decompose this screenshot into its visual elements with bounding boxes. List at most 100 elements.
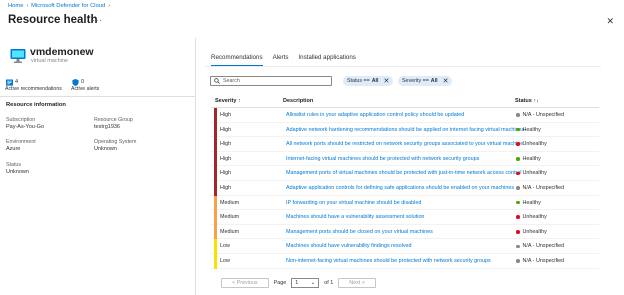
severity-cell: High	[220, 170, 232, 177]
page-select-value: 1	[295, 280, 299, 286]
table-row[interactable]: Medium Machines should have a vulnerabili…	[211, 210, 599, 225]
tab-installed-applications[interactable]: Installed applications	[298, 54, 355, 66]
status-dot-icon	[516, 157, 520, 161]
breadcrumb-defender[interactable]: Microsoft Defender for Cloud	[31, 3, 105, 9]
status-cell: Healthy	[516, 200, 541, 206]
severity-indicator	[214, 180, 217, 196]
description-link[interactable]: Machines should have vulnerability findi…	[286, 243, 412, 249]
description-link[interactable]: Adaptive application controls for defini…	[286, 185, 514, 191]
recommendations-table: Severity ↑ Description Status ↑↓ High All…	[211, 96, 599, 269]
status-text: Healthy	[522, 155, 541, 162]
description-link[interactable]: Allowlist rules in your adaptive applica…	[286, 112, 464, 118]
resource-name: vmdemonew	[30, 46, 94, 58]
status-label: Status	[6, 162, 22, 168]
status-text: N/A - Unspecified	[522, 184, 565, 191]
severity-indicator	[214, 151, 217, 167]
description-column-header: Description	[283, 98, 314, 104]
description-link[interactable]: Machines should have a vulnerability ass…	[286, 214, 424, 220]
status-text: Unhealthy	[522, 170, 547, 177]
severity-cell: High	[220, 126, 232, 133]
status-cell: Healthy	[516, 156, 541, 162]
page-title: Resource health	[8, 14, 98, 26]
tab-recommendations[interactable]: Recommendations	[211, 54, 263, 66]
chevron-right-icon: ›	[108, 3, 110, 9]
severity-indicator	[214, 195, 217, 211]
search-placeholder: Search	[223, 78, 240, 84]
description-link[interactable]: Management ports of virtual machines sho…	[286, 170, 522, 176]
resource-group-label: Resource Group	[94, 117, 133, 123]
status-dot-icon	[516, 259, 520, 263]
next-page-button[interactable]: Next >	[338, 278, 376, 288]
status-filter-pill[interactable]: Status == All ✕	[343, 76, 394, 86]
page-label: Page	[273, 280, 287, 286]
status-text: Unhealthy	[522, 141, 547, 148]
table-row[interactable]: Low Non-internet-facing virtual machines …	[211, 253, 599, 269]
status-cell: Healthy	[516, 127, 541, 133]
severity-indicator	[214, 253, 217, 269]
status-dot-icon	[516, 186, 520, 190]
description-link[interactable]: Internet-facing virtual machines should …	[286, 156, 479, 162]
table-row[interactable]: Medium IP forwarding on your virtual mach…	[211, 195, 599, 211]
close-button[interactable]: ✕	[606, 16, 614, 27]
severity-cell: Low	[220, 243, 230, 250]
status-text: N/A - Unspecified	[522, 112, 565, 118]
resource-group-link[interactable]: testrg1936	[94, 124, 120, 130]
search-input[interactable]: Search	[210, 76, 332, 86]
severity-column-header[interactable]: Severity ↑	[215, 98, 241, 104]
table-row[interactable]: High Adaptive application controls for de…	[211, 180, 599, 196]
table-row[interactable]: High All network ports should be restrict…	[211, 137, 599, 152]
tab-divider	[205, 66, 601, 67]
severity-filter-prefix: Severity ==	[402, 78, 429, 84]
active-recommendations-label: Active recommendations	[5, 86, 62, 92]
resource-summary-pane: vmdemonew virtual machine 4 Active recom…	[0, 38, 196, 295]
status-filter-value: All	[371, 78, 379, 84]
table-row[interactable]: Low Machines should have vulnerability fi…	[211, 239, 599, 254]
environment-label: Environment	[6, 139, 36, 145]
table-row[interactable]: High Allowlist rules in your adaptive app…	[211, 108, 599, 123]
status-text: Healthy	[522, 199, 541, 206]
more-options-button[interactable]: ···	[92, 15, 103, 25]
description-link[interactable]: Adaptive network hardening recommendatio…	[286, 127, 524, 133]
description-link[interactable]: IP forwarding on your virtual machine sh…	[286, 200, 421, 206]
breadcrumb-home[interactable]: Home	[8, 3, 23, 9]
close-icon[interactable]: ✕	[443, 77, 449, 85]
active-alerts-count: 0	[81, 79, 85, 85]
severity-cell: Medium	[220, 199, 240, 206]
status-text: Healthy	[522, 126, 541, 133]
severity-filter-pill[interactable]: Severity == All ✕	[398, 76, 453, 86]
table-row[interactable]: High Adaptive network hardening recommend…	[211, 122, 599, 138]
severity-cell: High	[220, 155, 232, 162]
table-row[interactable]: High Internet-facing virtual machines sho…	[211, 151, 599, 167]
severity-cell: High	[220, 112, 232, 118]
status-cell: N/A - Unspecified	[516, 258, 564, 264]
operating-system-value: Unknown	[94, 146, 117, 152]
previous-page-button[interactable]: < Previous	[221, 278, 269, 288]
table-row[interactable]: Medium Management ports should be closed …	[211, 224, 599, 240]
page-of-label: of 1	[324, 280, 334, 286]
description-link[interactable]: Non-internet-facing virtual machines sho…	[286, 258, 491, 264]
close-icon[interactable]: ✕	[383, 77, 389, 85]
status-dot-icon	[516, 244, 520, 249]
chevron-down-icon: ⌄	[310, 280, 316, 286]
description-link[interactable]: Management ports should be closed on you…	[286, 229, 433, 235]
severity-cell: Medium	[220, 214, 240, 221]
description-link[interactable]: All network ports should be restricted o…	[286, 141, 523, 147]
table-header: Severity ↑ Description Status ↑↓	[211, 96, 599, 108]
status-text: Unhealthy	[522, 228, 547, 235]
shield-icon	[72, 79, 79, 86]
subscription-link[interactable]: Pay-As-You-Go	[6, 124, 44, 130]
status-column-header[interactable]: Status ↑↓	[515, 98, 539, 104]
active-recommendations-count: 4	[15, 79, 19, 85]
table-body: High Allowlist rules in your adaptive app…	[211, 108, 599, 269]
status-cell: Unhealthy	[516, 229, 547, 235]
status-dot-icon	[516, 171, 520, 176]
severity-filter-value: All	[430, 78, 438, 84]
page-select[interactable]: 1 ⌄	[291, 278, 320, 288]
tab-alerts[interactable]: Alerts	[273, 54, 289, 66]
table-row[interactable]: High Management ports of virtual machines…	[211, 166, 599, 181]
status-dot-icon	[516, 142, 520, 146]
tab-bar: Recommendations Alerts Installed applica…	[211, 54, 356, 66]
severity-cell: Low	[220, 257, 230, 264]
severity-indicator	[214, 108, 217, 123]
status-dot-icon	[516, 127, 520, 132]
